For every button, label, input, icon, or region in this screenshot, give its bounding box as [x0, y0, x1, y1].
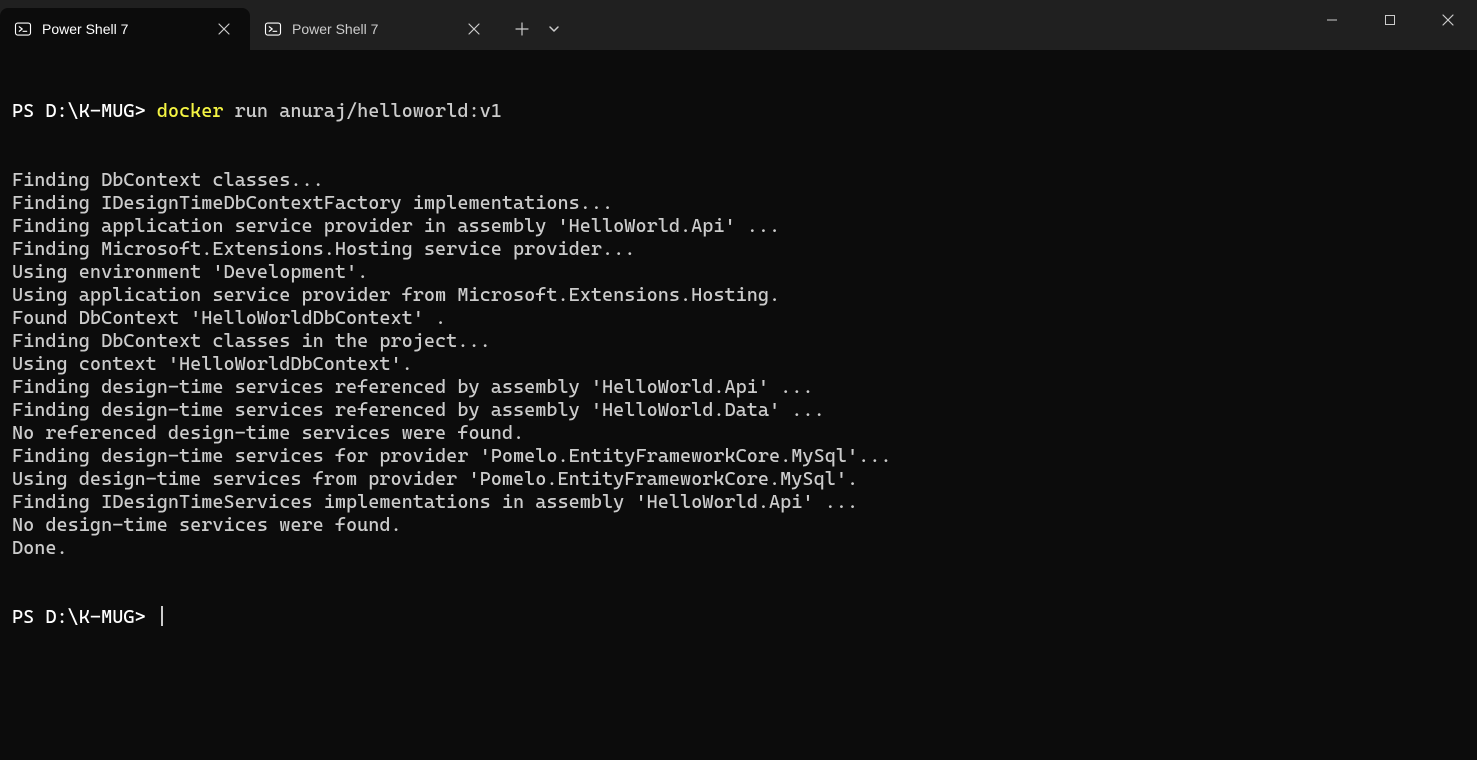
output-line: Found DbContext 'HelloWorldDbContext' .	[12, 307, 1465, 330]
terminal-output: Finding DbContext classes...Finding IDes…	[12, 169, 1465, 560]
output-line: Finding application service provider in …	[12, 215, 1465, 238]
powershell-icon	[14, 20, 32, 38]
powershell-icon	[264, 20, 282, 38]
output-line: Using environment 'Development'.	[12, 261, 1465, 284]
output-line: Finding design-time services referenced …	[12, 399, 1465, 422]
close-window-button[interactable]	[1419, 0, 1477, 40]
command-arguments: run anuraj/helloworld:v1	[224, 100, 502, 122]
prompt: PS D:\K-MUG>	[12, 100, 157, 122]
output-line: Finding design-time services referenced …	[12, 376, 1465, 399]
tab-title: Power Shell 7	[292, 21, 452, 37]
current-prompt-line: PS D:\K-MUG>	[12, 606, 1465, 629]
tab-close-button[interactable]	[212, 17, 236, 41]
new-tab-button[interactable]	[506, 13, 538, 45]
tab-title: Power Shell 7	[42, 21, 202, 37]
output-line: Using application service provider from …	[12, 284, 1465, 307]
output-line: Finding DbContext classes in the project…	[12, 330, 1465, 353]
prompt: PS D:\K-MUG>	[12, 606, 157, 628]
output-line: Finding IDesignTimeServices implementati…	[12, 491, 1465, 514]
output-line: Finding DbContext classes...	[12, 169, 1465, 192]
tab-close-button[interactable]	[462, 17, 486, 41]
command-line: PS D:\K-MUG> docker run anuraj/helloworl…	[12, 100, 1465, 123]
tab-dropdown-button[interactable]	[538, 13, 570, 45]
command-executable: docker	[157, 100, 224, 122]
output-line: Done.	[12, 537, 1465, 560]
tab-actions	[500, 8, 576, 50]
window-controls	[1303, 0, 1477, 50]
minimize-button[interactable]	[1303, 0, 1361, 40]
tab-inactive[interactable]: Power Shell 7	[250, 8, 500, 50]
output-line: Using design-time services from provider…	[12, 468, 1465, 491]
output-line: Finding IDesignTimeDbContextFactory impl…	[12, 192, 1465, 215]
output-line: Using context 'HelloWorldDbContext'.	[12, 353, 1465, 376]
output-line: No referenced design-time services were …	[12, 422, 1465, 445]
text-cursor	[161, 606, 163, 626]
output-line: Finding design-time services for provide…	[12, 445, 1465, 468]
maximize-button[interactable]	[1361, 0, 1419, 40]
output-line: No design-time services were found.	[12, 514, 1465, 537]
tab-active[interactable]: Power Shell 7	[0, 8, 250, 50]
output-line: Finding Microsoft.Extensions.Hosting ser…	[12, 238, 1465, 261]
window-titlebar: Power Shell 7 Power Shell 7	[0, 0, 1477, 50]
terminal-pane[interactable]: PS D:\K-MUG> docker run anuraj/helloworl…	[0, 50, 1477, 760]
